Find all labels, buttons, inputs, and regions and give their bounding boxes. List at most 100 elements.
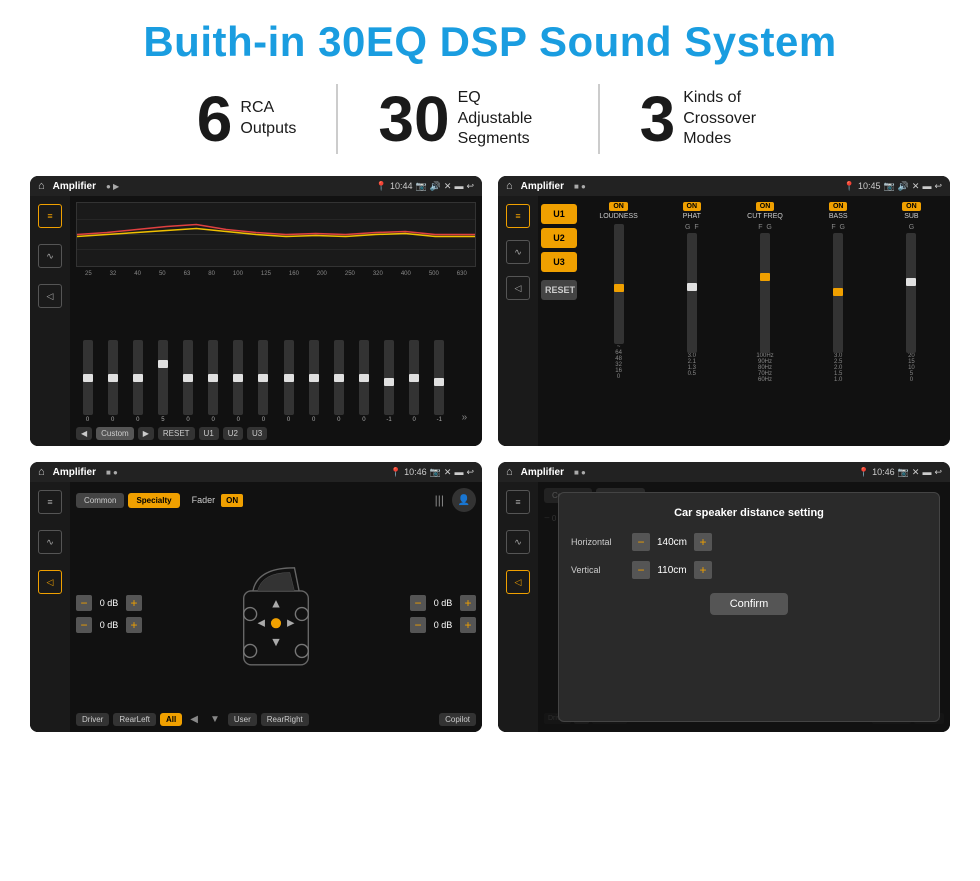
dist-vertical-minus[interactable]: − <box>632 561 650 579</box>
eq-track-7[interactable] <box>258 340 268 415</box>
eq-home-icon[interactable]: ⌂ <box>38 180 45 192</box>
eq-back-icon[interactable]: ↩ <box>466 181 474 192</box>
dist-sidebar-eq[interactable]: ≡ <box>506 490 530 514</box>
eq-track-8[interactable] <box>284 340 294 415</box>
dist-sidebar-wave[interactable]: ∿ <box>506 530 530 554</box>
fader-car-diagram <box>148 518 404 709</box>
fader-minus-tr[interactable]: − <box>410 595 426 611</box>
cross-thumb-phat[interactable] <box>687 283 697 291</box>
fader-tab-specialty[interactable]: Specialty <box>128 493 179 508</box>
eq-sidebar-wave-icon[interactable]: ∿ <box>38 244 62 268</box>
fader-left-arrow[interactable]: ◀ <box>190 714 198 725</box>
cross-u3-btn[interactable]: U3 <box>541 252 577 272</box>
eq-thumb-3[interactable] <box>158 360 168 368</box>
fader-sidebar-wave[interactable]: ∿ <box>38 530 62 554</box>
fader-minus-br[interactable]: − <box>410 617 426 633</box>
cross-thumb-sub[interactable] <box>906 278 916 286</box>
dist-horizontal-plus[interactable]: + <box>694 533 712 551</box>
cross-eq-icon[interactable]: ≡ <box>506 204 530 228</box>
screenshots-grid: ⌂ Amplifier ● ▶ 📍 10:44 📷 🔊 ✕ ▬ ↩ ≡ ∿ <box>30 176 950 732</box>
eq-thumb-11[interactable] <box>359 374 369 382</box>
eq-track-11[interactable] <box>359 340 369 415</box>
eq-track-12[interactable] <box>384 340 394 415</box>
fader-plus-br[interactable]: + <box>460 617 476 633</box>
eq-track-5[interactable] <box>208 340 218 415</box>
dist-confirm-button[interactable]: Confirm <box>710 593 789 615</box>
eq-thumb-7[interactable] <box>258 374 268 382</box>
eq-sidebar-eq-icon[interactable]: ≡ <box>38 204 62 228</box>
cross-track-cutfreq[interactable] <box>760 233 770 353</box>
fader-minus-tl[interactable]: − <box>76 595 92 611</box>
dist-back-icon[interactable]: ↩ <box>934 467 942 478</box>
eq-thumb-5[interactable] <box>208 374 218 382</box>
eq-thumb-2[interactable] <box>133 374 143 382</box>
eq-track-2[interactable] <box>133 340 143 415</box>
fader-home-icon[interactable]: ⌂ <box>38 466 45 478</box>
fader-zone-user[interactable]: User <box>228 713 257 726</box>
eq-thumb-6[interactable] <box>233 374 243 382</box>
eq-track-9[interactable] <box>309 340 319 415</box>
cross-thumb-loudness[interactable] <box>614 284 624 292</box>
eq-track-14[interactable] <box>434 340 444 415</box>
dist-home-icon[interactable]: ⌂ <box>506 466 513 478</box>
cross-home-icon[interactable]: ⌂ <box>506 180 513 192</box>
fader-plus-tl[interactable]: + <box>126 595 142 611</box>
eq-thumb-8[interactable] <box>284 374 294 382</box>
eq-more-arrow[interactable]: » <box>453 412 476 423</box>
cross-thumb-bass[interactable] <box>833 288 843 296</box>
fader-plus-bl[interactable]: + <box>126 617 142 633</box>
cross-track-sub[interactable] <box>906 233 916 353</box>
eq-track-0[interactable] <box>83 340 93 415</box>
eq-u2-btn[interactable]: U2 <box>223 427 243 440</box>
dist-vertical-plus[interactable]: + <box>694 561 712 579</box>
fader-sidebar-speaker[interactable]: ◁ <box>38 570 62 594</box>
cross-speaker-icon[interactable]: ◁ <box>506 276 530 300</box>
cross-u2-btn[interactable]: U2 <box>541 228 577 248</box>
eq-track-13[interactable] <box>409 340 419 415</box>
fader-zone-rearleft[interactable]: RearLeft <box>113 713 156 726</box>
fader-person-icon[interactable]: 👤 <box>452 488 476 512</box>
cross-reset-btn[interactable]: RESET <box>541 280 577 300</box>
fader-zone-copilot[interactable]: Copilot <box>439 713 476 726</box>
eq-sidebar-speaker-icon[interactable]: ◁ <box>38 284 62 308</box>
eq-preset-custom[interactable]: Custom <box>96 427 134 440</box>
fader-status-bar: ⌂ Amplifier ■ ● 📍 10:46 📷 ✕ ▬ ↩ <box>30 462 482 482</box>
eq-thumb-0[interactable] <box>83 374 93 382</box>
fader-tab-common[interactable]: Common <box>76 493 124 508</box>
eq-thumb-12[interactable] <box>384 378 394 386</box>
eq-thumb-10[interactable] <box>334 374 344 382</box>
fader-val-br: 0 dB <box>429 620 457 630</box>
eq-thumb-9[interactable] <box>309 374 319 382</box>
fader-zone-all[interactable]: All <box>160 713 182 726</box>
eq-thumb-13[interactable] <box>409 374 419 382</box>
eq-reset-btn[interactable]: RESET <box>158 427 195 440</box>
cross-track-phat[interactable] <box>687 233 697 353</box>
eq-thumb-14[interactable] <box>434 378 444 386</box>
fader-zone-rearright[interactable]: RearRight <box>261 713 309 726</box>
cross-u1-btn[interactable]: U1 <box>541 204 577 224</box>
cross-track-bass[interactable] <box>833 233 843 353</box>
fader-back-icon[interactable]: ↩ <box>466 467 474 478</box>
eq-track-3[interactable] <box>158 340 168 415</box>
dist-horizontal-minus[interactable]: − <box>632 533 650 551</box>
eq-track-10[interactable] <box>334 340 344 415</box>
eq-thumb-4[interactable] <box>183 374 193 382</box>
eq-thumb-1[interactable] <box>108 374 118 382</box>
eq-prev-btn[interactable]: ◀ <box>76 427 92 440</box>
eq-track-4[interactable] <box>183 340 193 415</box>
eq-play-btn[interactable]: ▶ <box>138 427 154 440</box>
cross-track-loudness[interactable] <box>614 224 624 344</box>
eq-u3-btn[interactable]: U3 <box>247 427 267 440</box>
fader-sidebar-eq[interactable]: ≡ <box>38 490 62 514</box>
eq-u1-btn[interactable]: U1 <box>199 427 219 440</box>
cross-back-icon[interactable]: ↩ <box>934 181 942 192</box>
cross-thumb-cutfreq[interactable] <box>760 273 770 281</box>
eq-track-1[interactable] <box>108 340 118 415</box>
dist-sidebar-speaker[interactable]: ◁ <box>506 570 530 594</box>
cross-wave-icon[interactable]: ∿ <box>506 240 530 264</box>
fader-down-arrow[interactable]: ▼ <box>210 714 220 725</box>
fader-plus-tr[interactable]: + <box>460 595 476 611</box>
fader-zone-driver[interactable]: Driver <box>76 713 109 726</box>
fader-minus-bl[interactable]: − <box>76 617 92 633</box>
eq-track-6[interactable] <box>233 340 243 415</box>
